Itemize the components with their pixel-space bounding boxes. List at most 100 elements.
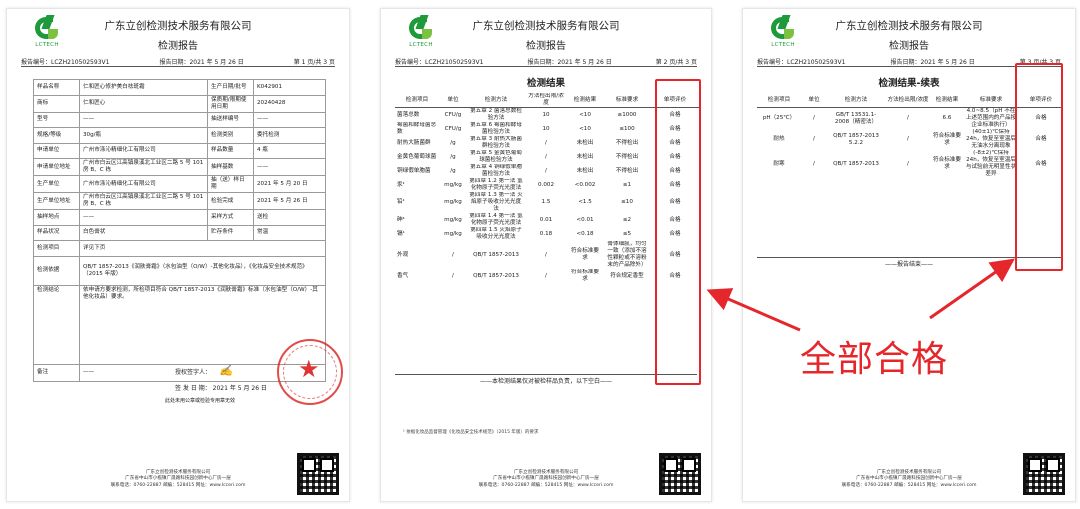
table-cell: 汞¹ bbox=[397, 181, 405, 188]
table-cell: 外观 bbox=[397, 251, 409, 258]
field-value: 委托检测 bbox=[253, 127, 326, 144]
table-cell: /g bbox=[450, 167, 456, 174]
column-header: 检测方法 bbox=[827, 93, 885, 108]
table-cell: 第五章 2 菌落总数检验方法 bbox=[470, 108, 522, 121]
table-cell: / bbox=[452, 251, 454, 258]
table-cell: 耐热大肠菌群 bbox=[397, 139, 431, 146]
table-row: 生产单位 广州市涤沁精细化工有限公司 抽（送）样日期 2021 年 5 月 20 日 bbox=[33, 175, 326, 193]
table-cell: 0.18 bbox=[539, 230, 553, 237]
field-value: 送检 bbox=[253, 209, 326, 226]
table-cell: mg/kg bbox=[444, 181, 462, 188]
table-cell: 第五章 3 耐热大肠菌群检验方法 bbox=[470, 136, 522, 149]
table-cell: mg/kg bbox=[444, 199, 462, 205]
table-cell: QB/T 1857-2013 bbox=[833, 160, 879, 167]
table-row: 汞¹ mg/kg 第四章 1.2 第一法 氢化物原子荧光光度法 0.002 <0.002… bbox=[395, 178, 699, 192]
sign-block: 授权签字人： ✍ bbox=[175, 364, 233, 377]
table-row: 耐热大肠菌群/g 第五章 3 耐热大肠菌群检验方法 / 未检出 不得检出 合格 bbox=[395, 136, 699, 150]
table-cell: <0.18 bbox=[576, 230, 594, 237]
table-cell: (-8±2)℃保持 24h，恢复至室温后与试验前无明显性状差异 bbox=[965, 150, 1017, 177]
table-cell: 符合标准要求 bbox=[933, 132, 961, 146]
report-page-1: LCTECH 广东立创检测技术服务有限公司 检测报告 报告编号：LCZH2105… bbox=[6, 8, 350, 502]
table-cell: QB/T 1857-2013 bbox=[473, 272, 519, 279]
report-meta: 报告编号：LCZH210502593V1 报告日期：2021 年 5 月 26 … bbox=[21, 57, 335, 66]
table-cell: / bbox=[545, 167, 547, 174]
field-label: 检验完成 bbox=[207, 192, 254, 210]
results-table: 检测项目 单位 检测方法 方法检出限/浓度 检测结果 标准要求 单项评价 菌落总数 CFU/g… bbox=[395, 93, 699, 283]
qr-code-icon bbox=[1023, 453, 1065, 495]
footnote: ¹ 依据化妆品监督管理《化妆品安全技术规范》（2015 年版）的要求 bbox=[403, 430, 539, 435]
page-number: 第 1 页/共 3 页 bbox=[293, 59, 335, 66]
table-cell: 霉菌和酵母菌总数 bbox=[397, 122, 437, 135]
table-cell: 第四章 1.5 火焰原子吸收分光光度法 bbox=[470, 227, 522, 240]
table-cell: 不得检出 bbox=[615, 153, 639, 160]
field-value: 仁和匠心 bbox=[79, 94, 208, 113]
table-cell: / bbox=[907, 115, 909, 121]
sign-label: 授权签字人： bbox=[175, 369, 212, 376]
sign-date-label: 签 发 日 期： bbox=[175, 385, 211, 392]
field-value: 常温 bbox=[253, 224, 326, 241]
report-title: 检测报告 bbox=[889, 41, 929, 52]
table-row: 商标 仁和匠心 保质期/限期使用日期 20240428 bbox=[33, 94, 326, 113]
header-divider bbox=[395, 66, 697, 67]
table-row: 抽样地点 —— 采样方式 送检 bbox=[33, 209, 326, 226]
table-cell: CFU/g bbox=[444, 111, 462, 118]
field-value: 广州市涤沁精细化工有限公司 bbox=[79, 142, 208, 159]
report-number: 报告编号：LCZH210502593V1 bbox=[757, 59, 846, 66]
table-cell: / bbox=[452, 272, 454, 279]
page-number: 第 2 页/共 3 页 bbox=[655, 59, 697, 66]
column-header: 检测方法 bbox=[467, 93, 525, 108]
table-cell: 未检出 bbox=[576, 167, 594, 174]
table-cell: ≤1 bbox=[622, 181, 632, 188]
table-cell: QB/T 1857-2013 bbox=[473, 251, 519, 258]
table-cell: <0.002 bbox=[574, 181, 596, 188]
remark-label: 备注 bbox=[33, 363, 80, 382]
table-cell: / bbox=[545, 153, 547, 160]
table-row: 申请单位地址 广州市白云区江高镇泉溪北工业区二路 5 号 101 房 B、C 栋抽… bbox=[33, 158, 326, 176]
table-cell: 第四章 1.3 第一法 火焰原子吸收分光光度法 bbox=[469, 192, 523, 212]
table-row: 外观 / QB/T 1857-2013 / 符合标准要求 膏体细腻，均匀一致（添加不溶性颗… bbox=[395, 241, 699, 269]
table-cell: 6.6 bbox=[942, 115, 952, 121]
field-value: —— bbox=[79, 111, 208, 128]
table-cell: 第五章 5 金黄色葡萄球菌检验方法 bbox=[470, 150, 522, 163]
table-cell: / bbox=[813, 160, 815, 167]
field-label: 抽样地点 bbox=[33, 209, 80, 226]
field-value: 白色膏状 bbox=[79, 224, 208, 241]
field-label: 样品状况 bbox=[33, 224, 80, 241]
table-cell: 第五章 4 铜绿假单胞菌检验方法 bbox=[470, 164, 522, 177]
official-seal-icon: ★ bbox=[277, 339, 343, 405]
field-value: 广州市白云区江高镇泉溪北工业区二路 5 号 101 房 B、C 栋 bbox=[79, 158, 208, 176]
conclusion-label: 检测结论 bbox=[33, 284, 80, 365]
report-title: 检测报告 bbox=[158, 41, 198, 52]
field-label: 申请单位地址 bbox=[33, 158, 80, 176]
table-cell: ≤100 bbox=[619, 125, 635, 132]
table-cell: ≤2 bbox=[622, 216, 632, 223]
column-header: 标准要求 bbox=[963, 93, 1019, 108]
table-cell: / bbox=[813, 136, 815, 142]
table-cell: 香气 bbox=[397, 272, 409, 279]
table-row: 香气 / QB/T 1857-2013/符合标准要求 符合规定香型 合格 bbox=[395, 269, 699, 283]
table-cell: / bbox=[907, 160, 909, 167]
sign-date: 2021 年 5 月 26 日 bbox=[212, 385, 267, 392]
field-value: 广州市涤沁精细化工有限公司 bbox=[79, 175, 208, 193]
field-label: 生产日期/批号 bbox=[207, 79, 254, 96]
table-row: 检测项目 详见下页 bbox=[33, 240, 326, 257]
field-value: 4 瓶 bbox=[253, 142, 326, 159]
field-label: 生产单位地址 bbox=[33, 192, 80, 210]
item-label: 检测项目 bbox=[33, 240, 80, 257]
table-cell: 4.0~8.5（pH 不在上述范围内的产品按企业标准执行） bbox=[965, 108, 1017, 128]
table-cell: (40±1)℃保持 24h，恢复至室温后无油水分离现象 bbox=[966, 129, 1016, 149]
field-label: 样品数量 bbox=[207, 142, 254, 159]
table-cell: mg/kg bbox=[444, 216, 462, 223]
column-header: 单位 bbox=[439, 93, 467, 108]
table-cell: 第四章 1.4 第一法 氢化物原子荧光光度法 bbox=[469, 213, 523, 226]
field-label: 申请单位 bbox=[33, 142, 80, 159]
field-value: —— bbox=[79, 209, 208, 226]
table-cell: <1.5 bbox=[578, 199, 592, 205]
table-cell: /g bbox=[450, 153, 456, 160]
table-cell: 未检出 bbox=[576, 153, 594, 160]
field-value: 20240428 bbox=[253, 94, 326, 113]
table-cell: ≤5 bbox=[622, 230, 632, 237]
field-label: 抽样基数 bbox=[207, 158, 254, 176]
company-name: 广东立创检测技术服务有限公司 bbox=[835, 20, 983, 32]
table-row: 型号 —— 抽送样编号 —— bbox=[33, 111, 326, 128]
